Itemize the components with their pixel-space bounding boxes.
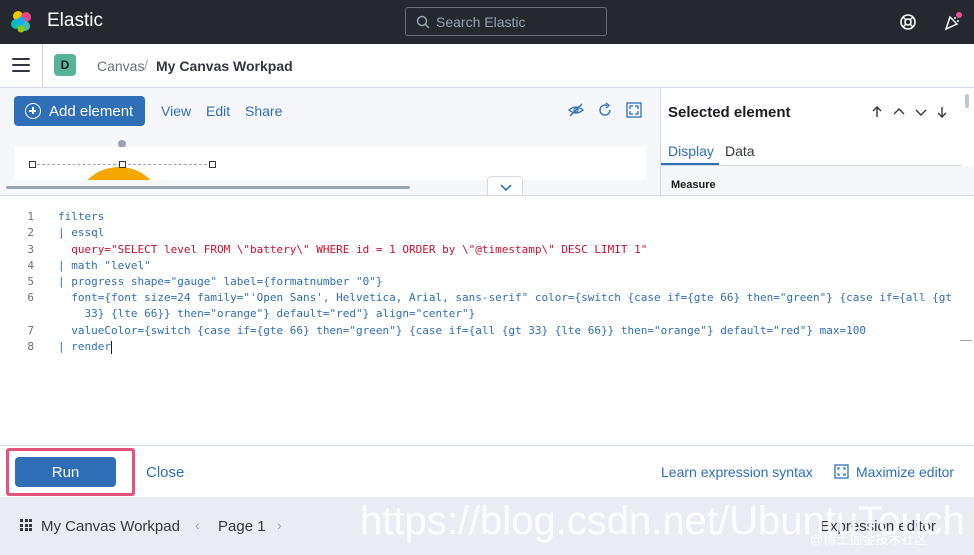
maximize-icon[interactable] — [834, 464, 849, 479]
code-text: 33} {lte 66}} then="orange"} default="re… — [58, 307, 476, 320]
refresh-icon[interactable] — [597, 102, 613, 118]
tab-data[interactable]: Data — [725, 143, 755, 159]
top-header: Elastic Search Elastic — [0, 0, 974, 44]
line-number: 3 — [27, 243, 34, 256]
chevron-down-icon — [500, 184, 512, 192]
gauge-element[interactable] — [74, 167, 164, 180]
line-number: 1 — [27, 210, 34, 223]
code-text: | progress shape="gauge" label={formatnu… — [58, 275, 383, 288]
line-number: 5 — [27, 275, 34, 288]
code-text: | render — [58, 340, 111, 353]
breadcrumb-workpad: My Canvas Workpad — [156, 58, 293, 74]
plus-circle-icon — [25, 103, 41, 119]
code-line: query="SELECT level FROM \"battery\" WHE… — [58, 243, 647, 256]
previous-page-icon[interactable]: ‹ — [195, 517, 200, 533]
code-line: | essql — [58, 226, 104, 239]
vertical-scrollbar[interactable] — [965, 94, 969, 108]
breadcrumb-bar: D Canvas / My Canvas Workpad — [0, 44, 974, 88]
arrow-down-icon[interactable] — [935, 105, 949, 119]
arrow-up-icon[interactable] — [870, 105, 884, 119]
code-line: | render — [58, 340, 112, 354]
line-number: 8 — [27, 340, 34, 353]
resize-handle[interactable] — [209, 161, 216, 168]
code-line: | math "level" — [58, 259, 151, 272]
tab-display[interactable]: Display — [668, 143, 714, 159]
run-button[interactable]: Run — [15, 457, 116, 487]
code-text: | math "level" — [58, 259, 151, 272]
breadcrumb-canvas[interactable]: Canvas — [97, 58, 144, 74]
canvas-page[interactable] — [14, 147, 646, 180]
code-text: filters — [58, 210, 105, 223]
view-menu[interactable]: View — [161, 103, 191, 119]
page-indicator[interactable]: Page 1 — [218, 518, 266, 535]
chevron-down-icon[interactable] — [914, 105, 928, 119]
section-measure: Measure — [671, 179, 716, 191]
share-menu[interactable]: Share — [245, 103, 282, 119]
horizontal-scrollbar[interactable] — [6, 186, 410, 189]
expression-editor[interactable]: 1 2 3 4 5 6 7 8 filters | essql query="S… — [0, 195, 974, 445]
line-number: 7 — [27, 324, 34, 337]
workpad-footer: My Canvas Workpad ‹ Page 1 › Expression … — [0, 497, 974, 555]
line-number: 2 — [27, 226, 34, 239]
line-number: 4 — [27, 259, 34, 272]
active-tab-indicator — [661, 163, 719, 165]
chevron-up-icon[interactable] — [892, 105, 906, 119]
brand-name: Elastic — [47, 10, 103, 31]
code-line: valueColor={switch {case if={gte 66} the… — [58, 324, 866, 337]
text-cursor — [110, 340, 112, 354]
help-icon[interactable] — [898, 12, 918, 32]
code-line: 33} {lte 66}} then="orange"} default="re… — [58, 307, 475, 320]
search-placeholder: Search Elastic — [436, 13, 526, 30]
code-line: | progress shape="gauge" label={formatnu… — [58, 275, 383, 288]
divider — [42, 44, 43, 88]
search-input[interactable]: Search Elastic — [405, 7, 607, 36]
workpad-area: Add element View Edit Share — [0, 88, 660, 196]
code-line: font={font size=24 family="'Open Sans', … — [58, 291, 952, 304]
learn-expression-syntax-link[interactable]: Learn expression syntax — [661, 464, 813, 480]
resize-handle[interactable] — [119, 161, 126, 168]
breadcrumb-separator: / — [144, 57, 148, 73]
add-element-button[interactable]: Add element — [14, 96, 145, 126]
eye-closed-icon[interactable] — [568, 102, 584, 118]
code-text: | essql — [58, 226, 105, 239]
code-text: query="SELECT level FROM \"battery\" WHE… — [58, 243, 648, 256]
line-number: 6 — [27, 291, 34, 304]
code-line: filters — [58, 210, 104, 223]
code-text: valueColor={switch {case if={gte 66} the… — [58, 324, 866, 337]
fullscreen-icon[interactable] — [626, 102, 642, 118]
search-icon — [416, 15, 430, 29]
add-element-label: Add element — [49, 102, 134, 120]
close-button[interactable]: Close — [146, 464, 184, 481]
collapse-editor-button[interactable] — [487, 176, 523, 196]
editor-scrollbar[interactable] — [960, 340, 972, 341]
watermark-credit: @稀土掘金技术社区 — [810, 532, 928, 547]
editor-controls: Run Close Learn expression syntax Maximi… — [0, 445, 974, 497]
edit-menu[interactable]: Edit — [206, 103, 230, 119]
next-page-icon[interactable]: › — [277, 517, 282, 533]
panel-title: Selected element — [668, 104, 791, 121]
menu-toggle-icon[interactable] — [12, 58, 30, 74]
space-avatar[interactable]: D — [54, 54, 76, 76]
resize-handle[interactable] — [29, 161, 36, 168]
grid-icon[interactable] — [20, 519, 32, 531]
selected-element-panel: Selected element Display Data Measure — [660, 88, 974, 195]
code-text: font={font size=24 family="'Open Sans', … — [58, 291, 953, 304]
news-feed-icon[interactable] — [942, 12, 962, 32]
elastic-logo-icon[interactable] — [10, 10, 34, 34]
footer-workpad-name[interactable]: My Canvas Workpad — [41, 518, 180, 535]
maximize-editor-button[interactable]: Maximize editor — [856, 464, 954, 480]
